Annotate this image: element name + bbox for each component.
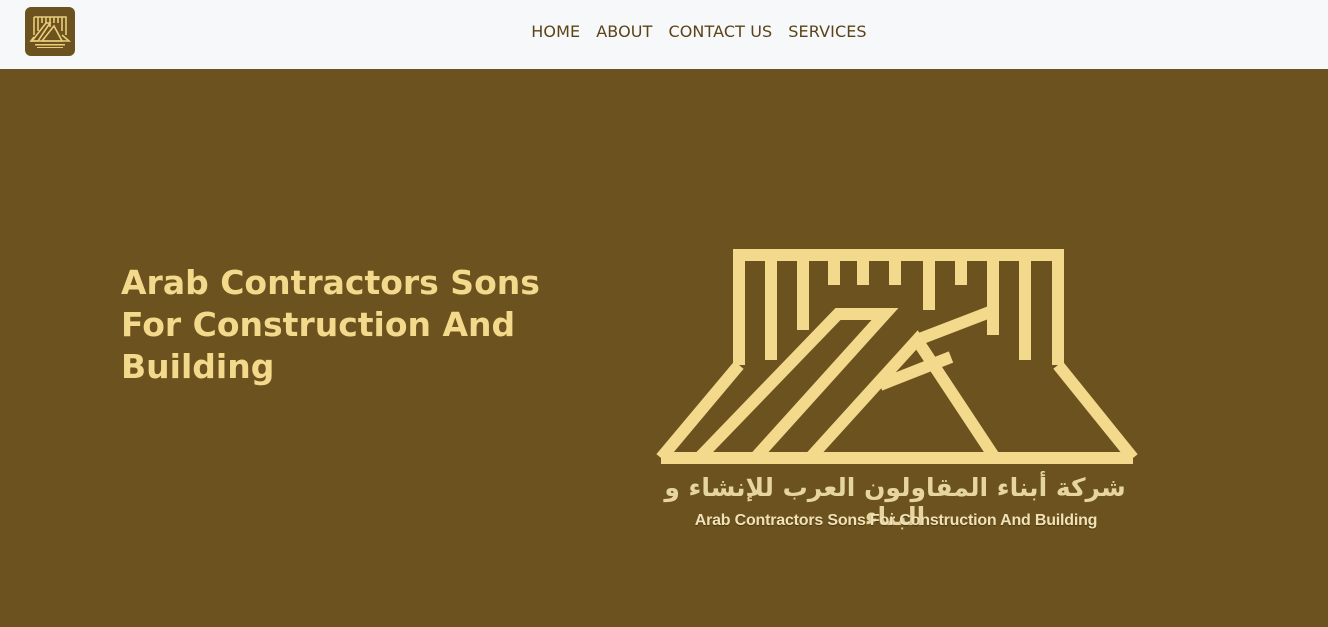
nav-about-link[interactable]: ABOUT [596, 22, 652, 41]
nav-services-link[interactable]: SERVICES [788, 22, 866, 41]
emblem-english-name: Arab Contractors Sons For Construction A… [694, 512, 1098, 529]
company-emblem-icon [656, 249, 1138, 464]
nav-home-link[interactable]: HOME [531, 22, 580, 41]
hero-title: Arab Contractors Sons For Construction A… [121, 263, 540, 386]
main-nav: HOME ABOUT CONTACT US SERVICES [0, 0, 1328, 62]
top-navigation-bar: HOME ABOUT CONTACT US SERVICES [0, 0, 1328, 69]
nav-contact-us-link[interactable]: CONTACT US [668, 22, 772, 41]
